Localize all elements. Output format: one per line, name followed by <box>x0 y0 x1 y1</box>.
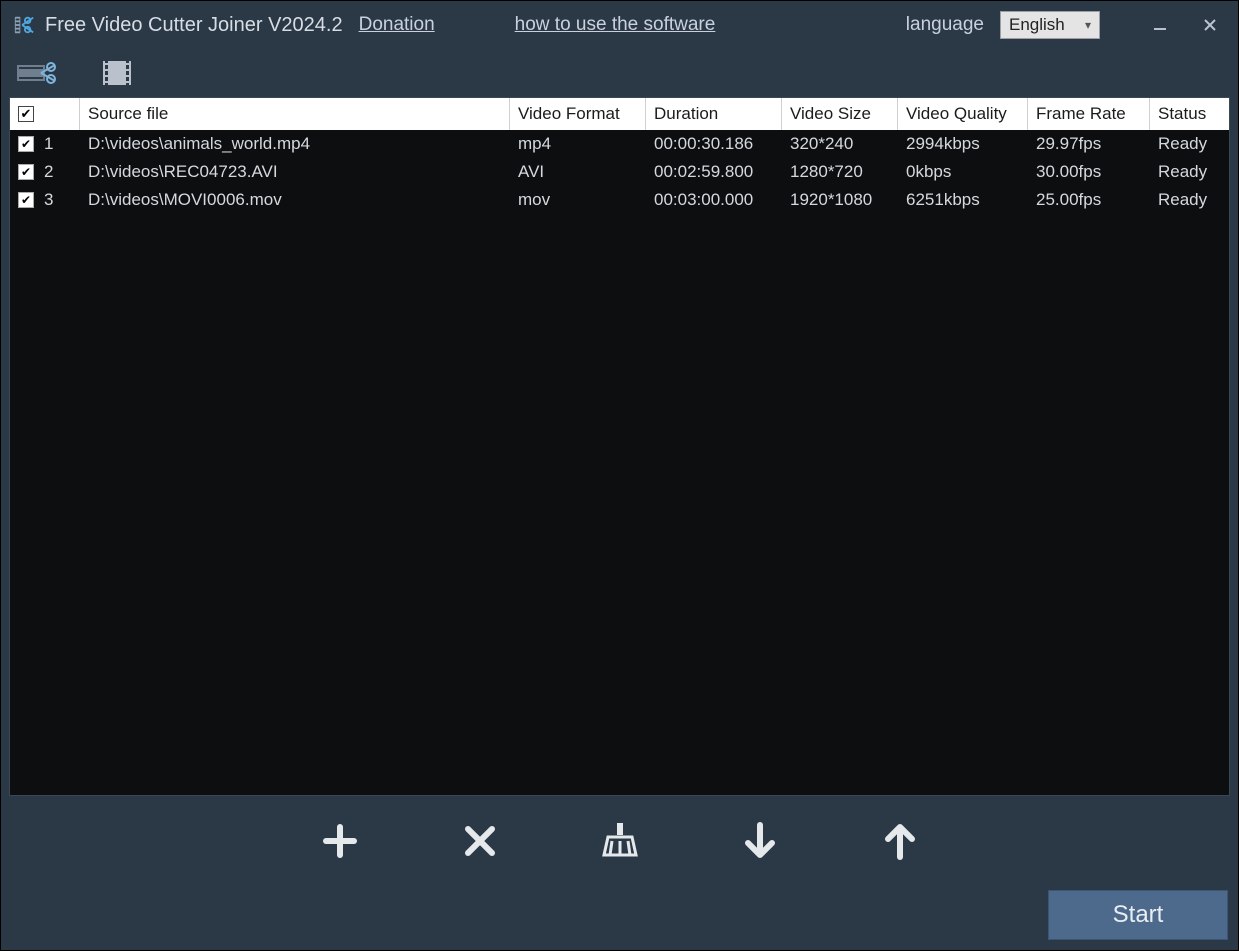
cell-status: Ready <box>1150 134 1229 154</box>
row-index: 2 <box>44 162 53 182</box>
action-bar <box>1 796 1238 886</box>
row-checkbox[interactable]: ✔ <box>18 192 34 208</box>
header-quality[interactable]: Video Quality <box>898 98 1028 130</box>
table-row[interactable]: ✔ 1 D:\videos\animals_world.mp4mp400:00:30… <box>10 130 1229 158</box>
cell-size: 1280*720 <box>782 162 898 182</box>
cell-quality: 0kbps <box>898 162 1028 182</box>
add-button[interactable] <box>315 816 365 866</box>
cell-source: D:\videos\MOVI0006.mov <box>80 190 510 210</box>
header-fps[interactable]: Frame Rate <box>1028 98 1150 130</box>
language-label: language <box>906 14 984 36</box>
start-bar: Start <box>1 886 1238 950</box>
table-header: ✔ Source file Video Format Duration Vide… <box>10 98 1229 130</box>
join-mode-button[interactable] <box>97 55 137 91</box>
table-body: ✔ 1 D:\videos\animals_world.mp4mp400:00:30… <box>10 130 1229 795</box>
cell-quality: 2994kbps <box>898 134 1028 154</box>
cell-size: 1920*1080 <box>782 190 898 210</box>
cell-size: 320*240 <box>782 134 898 154</box>
move-up-button[interactable] <box>875 816 925 866</box>
file-table: ✔ Source file Video Format Duration Vide… <box>9 97 1230 796</box>
minimize-button[interactable] <box>1140 9 1180 41</box>
table-row[interactable]: ✔ 2 D:\videos\REC04723.AVIAVI00:02:59.8001… <box>10 158 1229 186</box>
cell-format: mov <box>510 190 646 210</box>
language-select[interactable]: English ▾ <box>1000 11 1100 39</box>
start-button[interactable]: Start <box>1048 890 1228 940</box>
header-size[interactable]: Video Size <box>782 98 898 130</box>
cell-fps: 25.00fps <box>1028 190 1150 210</box>
cell-format: AVI <box>510 162 646 182</box>
cell-duration: 00:00:30.186 <box>646 134 782 154</box>
chevron-down-icon: ▾ <box>1085 18 1091 32</box>
header-source[interactable]: Source file <box>80 98 510 130</box>
cut-mode-button[interactable] <box>17 55 57 91</box>
cell-fps: 30.00fps <box>1028 162 1150 182</box>
cell-format: mp4 <box>510 134 646 154</box>
app-title: Free Video Cutter Joiner V2024.2 <box>45 14 343 37</box>
row-index: 3 <box>44 190 53 210</box>
cell-source: D:\videos\animals_world.mp4 <box>80 134 510 154</box>
language-value: English <box>1009 15 1065 35</box>
header-duration[interactable]: Duration <box>646 98 782 130</box>
row-checkbox[interactable]: ✔ <box>18 164 34 180</box>
title-bar: Free Video Cutter Joiner V2024.2 Donatio… <box>1 1 1238 49</box>
row-checkbox[interactable]: ✔ <box>18 136 34 152</box>
cell-status: Ready <box>1150 162 1229 182</box>
remove-button[interactable] <box>455 816 505 866</box>
donation-link[interactable]: Donation <box>359 14 435 36</box>
app-window: Free Video Cutter Joiner V2024.2 Donatio… <box>0 0 1239 951</box>
header-status[interactable]: Status <box>1150 98 1229 130</box>
row-index: 1 <box>44 134 53 154</box>
clear-button[interactable] <box>595 816 645 866</box>
cell-source: D:\videos\REC04723.AVI <box>80 162 510 182</box>
cell-fps: 29.97fps <box>1028 134 1150 154</box>
select-all-checkbox[interactable]: ✔ <box>18 106 34 122</box>
cell-duration: 00:02:59.800 <box>646 162 782 182</box>
table-row[interactable]: ✔ 3 D:\videos\MOVI0006.movmov00:03:00.0001… <box>10 186 1229 214</box>
cell-quality: 6251kbps <box>898 190 1028 210</box>
cell-status: Ready <box>1150 190 1229 210</box>
app-icon <box>13 14 35 36</box>
howto-link[interactable]: how to use the software <box>515 14 716 36</box>
cell-duration: 00:03:00.000 <box>646 190 782 210</box>
move-down-button[interactable] <box>735 816 785 866</box>
header-format[interactable]: Video Format <box>510 98 646 130</box>
close-button[interactable] <box>1190 9 1230 41</box>
mode-toolbar <box>1 49 1238 97</box>
header-checkbox-cell: ✔ <box>10 98 80 130</box>
